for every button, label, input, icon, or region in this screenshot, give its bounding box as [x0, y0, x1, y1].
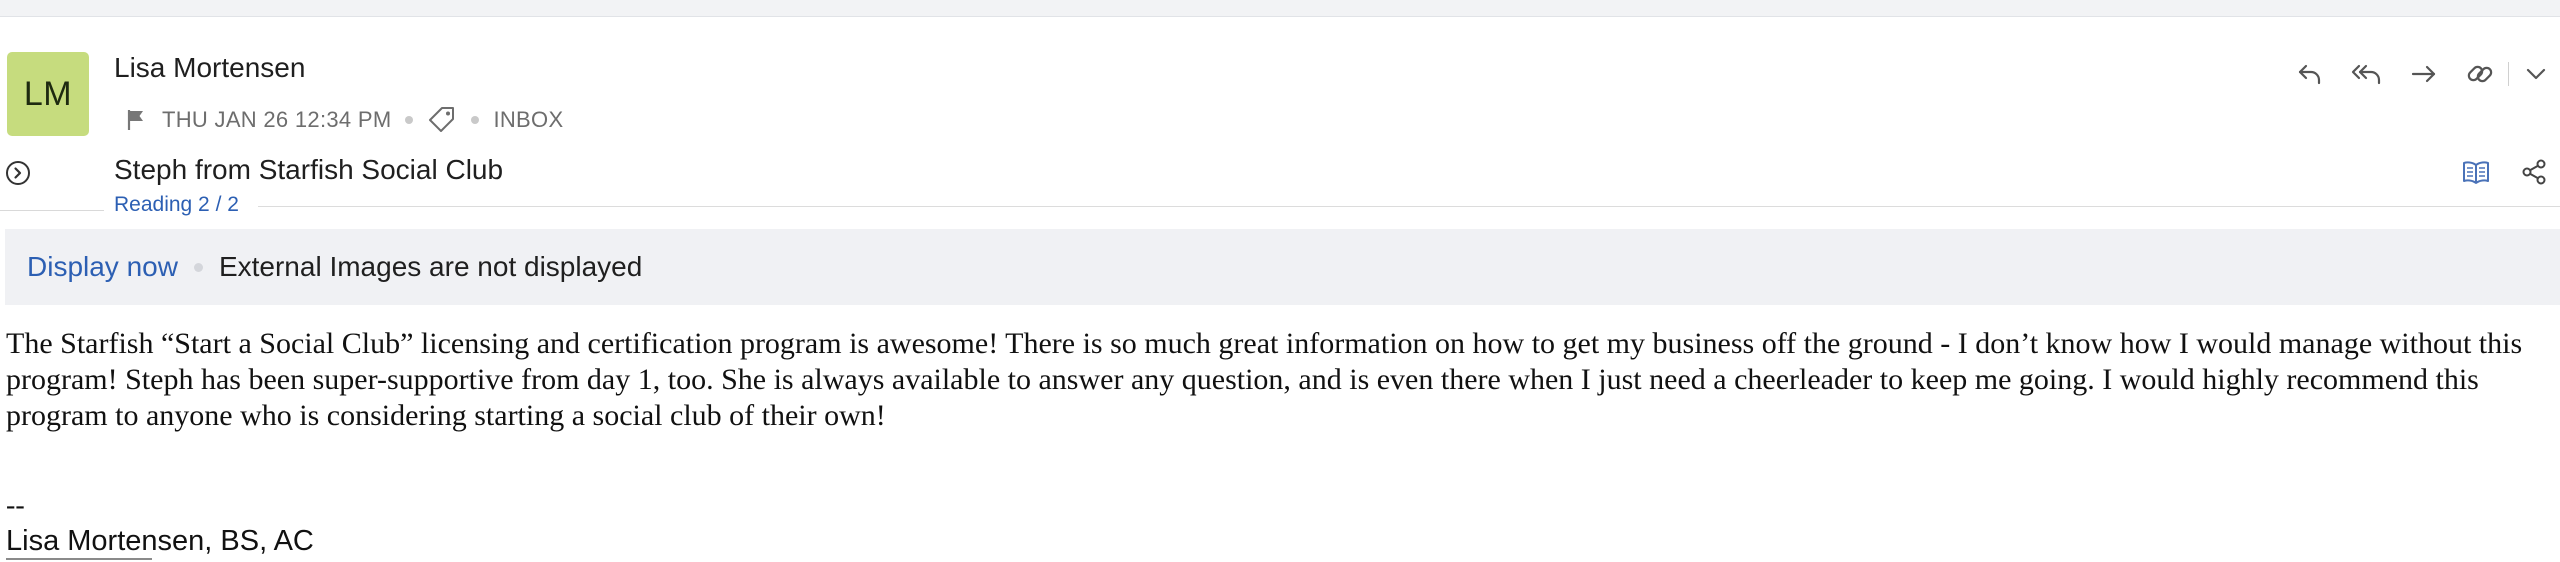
share-icon[interactable] [2516, 154, 2552, 190]
display-now-link[interactable]: Display now [27, 251, 178, 283]
message-actions [0, 56, 2560, 92]
signature-name: Lisa Mortensen, BS, AC [6, 525, 314, 557]
link-icon[interactable] [2462, 56, 2498, 92]
signature-underline [6, 558, 152, 560]
reply-icon[interactable] [2292, 56, 2328, 92]
tag-icon[interactable] [427, 105, 457, 135]
divider [258, 206, 2560, 207]
message-meta: THU JAN 26 12:34 PM INBOX [126, 104, 563, 136]
reading-status[interactable]: Reading 2 / 2 [114, 193, 239, 217]
divider [0, 210, 104, 211]
external-images-notice: External Images are not displayed [218, 251, 643, 282]
chevron-down-icon[interactable] [2518, 56, 2554, 92]
message-date: THU JAN 26 12:34 PM [162, 107, 392, 132]
message-body: The Starfish “Start a Social Club” licen… [6, 327, 2523, 432]
actions-separator [2508, 62, 2509, 86]
signature-separator: -- [6, 490, 25, 521]
meta-separator [405, 116, 414, 124]
forward-icon[interactable] [2406, 56, 2442, 92]
reply-all-icon[interactable] [2348, 56, 2384, 92]
flag-icon[interactable] [126, 108, 146, 132]
reader-view-icon[interactable] [2458, 154, 2494, 190]
meta-separator [471, 116, 480, 124]
expand-circle-icon[interactable] [5, 160, 31, 191]
message-subject: Steph from Starfish Social Club [114, 154, 504, 185]
banner-separator [193, 262, 203, 272]
external-images-banner: Display now External Images are not disp… [5, 229, 2560, 305]
folder-label[interactable]: INBOX [493, 107, 563, 133]
top-toolbar-strip [0, 0, 2560, 17]
